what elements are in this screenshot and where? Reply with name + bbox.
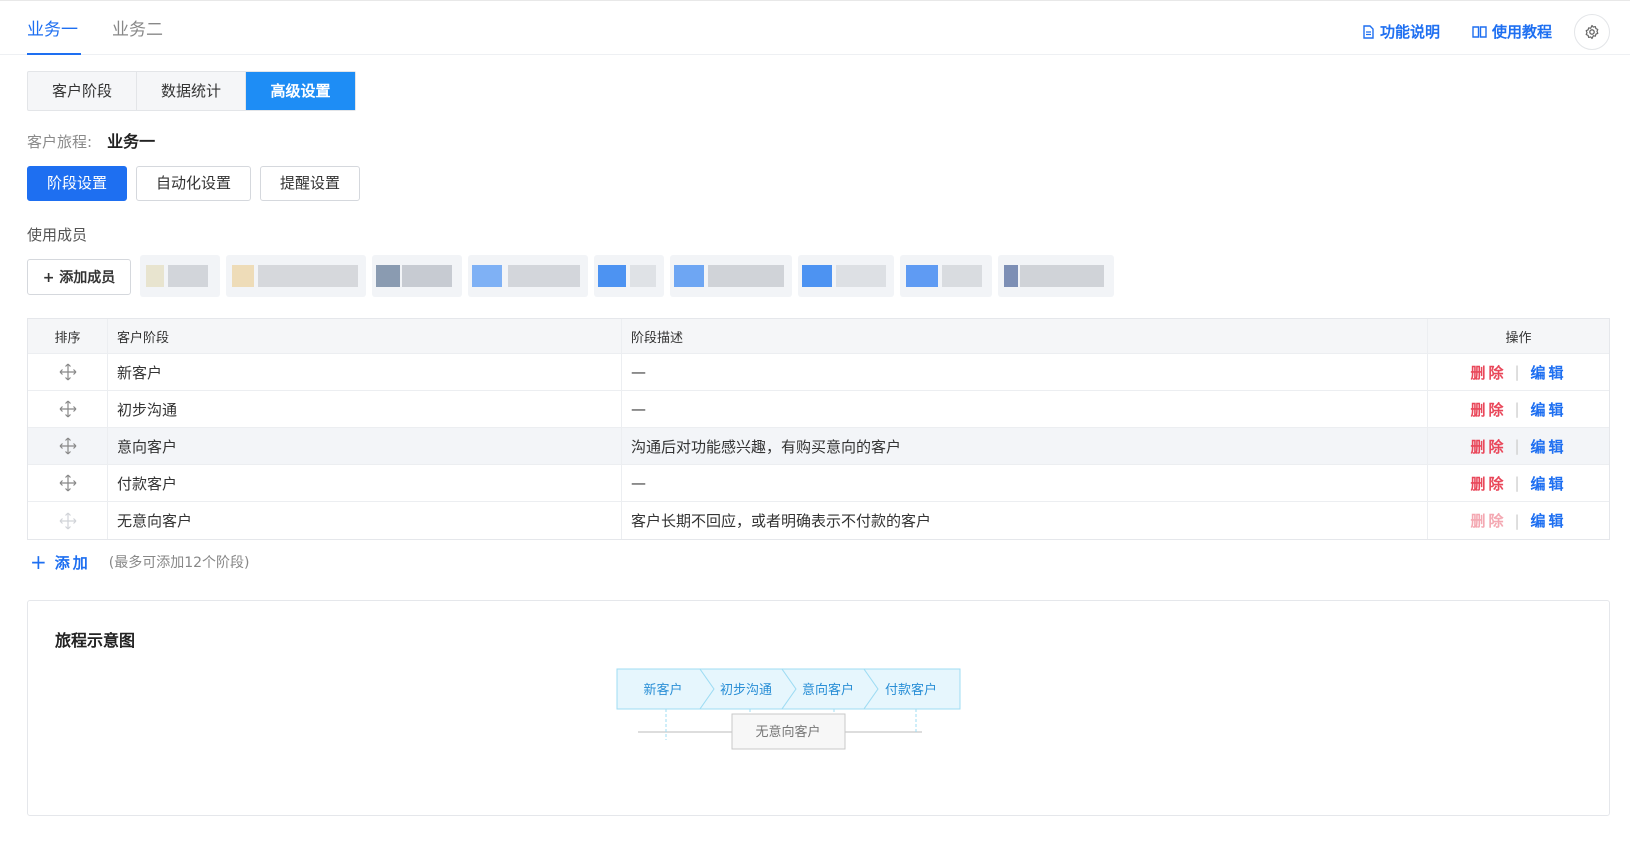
tab-business-two[interactable]: 业务二 [112,15,163,55]
help-link-label: 功能说明 [1380,23,1441,41]
member-list [140,255,1114,297]
tutorial-link-label: 使用教程 [1492,23,1553,41]
delete-button[interactable]: 删除 [1470,399,1506,420]
stage-description: — [622,354,1428,390]
table-row: 付款客户 — 删除 | 编辑 [28,465,1609,502]
row-actions: 删除 | 编辑 [1428,391,1609,427]
flow-stage-label: 初步沟通 [720,683,772,698]
subtab-reminder-settings[interactable]: 提醒设置 [260,166,361,201]
top-tab-bar: 业务一 业务二 功能说明 使用教程 [0,0,1630,55]
delete-button[interactable]: 删除 [1470,473,1506,494]
action-separator: | [1514,511,1523,530]
header-stage: 客户阶段 [108,319,622,353]
stage-table: 排序 客户阶段 阶段描述 操作 新客户 — 删除 | 编辑 初步沟通 — 删除 | 编辑… [27,318,1610,540]
drag-handle[interactable] [28,465,108,501]
member-chip[interactable] [468,255,588,297]
member-chip[interactable] [998,255,1114,297]
drag-handle[interactable] [28,391,108,427]
tutorial-link[interactable]: 使用教程 [1472,21,1552,42]
journey-diagram: 新客户 初步沟通 意向客户 付款客户 无意向客户 [616,668,961,750]
member-chip[interactable] [140,255,220,297]
add-stage-label: 添加 [54,553,91,572]
view-segment: 客户阶段 数据统计 高级设置 [27,71,356,111]
stage-name: 初步沟通 [108,391,622,427]
stage-name: 付款客户 [108,465,622,501]
move-icon [59,474,76,492]
delete-button[interactable]: 删除 [1470,436,1506,457]
stage-name: 无意向客户 [108,502,622,539]
member-chip[interactable] [372,255,462,297]
action-separator: | [1514,400,1523,418]
stage-description: 沟通后对功能感兴趣，有购买意向的客户 [622,428,1428,464]
help-link[interactable]: 功能说明 [1362,21,1440,42]
members-label: 使用成员 [27,226,88,244]
stage-description: — [622,391,1428,427]
plus-icon: + [30,550,47,574]
flow-stage-label: 付款客户 [885,682,937,698]
table-row: 无意向客户 客户长期不回应，或者明确表示不付款的客户 删除 | 编辑 [28,502,1609,539]
flow-stage-label: 新客户 [643,682,682,698]
edit-button[interactable]: 编辑 [1531,436,1567,457]
row-actions: 删除 | 编辑 [1428,465,1609,501]
add-stage-hint: (最多可添加12个阶段) [108,555,250,571]
journey-info: 客户旅程: 业务一 [27,128,155,152]
header-actions: 操作 [1505,330,1532,346]
move-icon [59,400,76,418]
flow-exit-label: 无意向客户 [755,724,820,740]
action-separator: | [1514,437,1523,455]
table-row: 新客户 — 删除 | 编辑 [28,354,1609,391]
flow-stage-label: 意向客户 [802,682,854,698]
segment-data-stats[interactable]: 数据统计 [137,72,246,110]
stage-description: — [622,465,1428,501]
table-row: 初步沟通 — 删除 | 编辑 [28,391,1609,428]
document-icon [1363,24,1374,39]
edit-button[interactable]: 编辑 [1531,510,1567,531]
row-actions: 删除 | 编辑 [1428,354,1609,390]
segment-customer-stage[interactable]: 客户阶段 [28,72,137,110]
journey-label: 客户旅程: [27,133,93,151]
drag-handle[interactable] [28,354,108,390]
table-row: 意向客户 沟通后对功能感兴趣，有购买意向的客户 删除 | 编辑 [28,428,1609,465]
stage-description: 客户长期不回应，或者明确表示不付款的客户 [622,502,1428,539]
subtab-stage-settings[interactable]: 阶段设置 [27,166,128,201]
stage-name: 新客户 [108,354,622,390]
move-icon [59,363,76,381]
journey-value: 业务一 [107,132,156,151]
subtab-automation-settings[interactable]: 自动化设置 [136,166,252,201]
drag-handle[interactable] [28,428,108,464]
header-description: 阶段描述 [622,319,1428,353]
move-icon [59,512,76,529]
member-chip[interactable] [670,255,792,297]
table-header: 排序 客户阶段 阶段描述 操作 [28,319,1609,354]
header-sort: 排序 [28,319,108,353]
drag-handle [28,502,108,539]
member-chip[interactable] [594,255,664,297]
settings-subtabs: 阶段设置 自动化设置 提醒设置 [27,166,361,201]
member-chip[interactable] [798,255,894,297]
row-actions: 删除 | 编辑 [1428,428,1609,464]
add-member-button[interactable]: + 添加成员 [27,259,131,295]
book-icon [1472,26,1487,38]
member-chip[interactable] [226,255,366,297]
row-actions: 删除 | 编辑 [1428,502,1609,539]
member-chip[interactable] [900,255,992,297]
action-separator: | [1514,363,1523,381]
settings-button[interactable] [1574,14,1610,50]
add-stage-button[interactable]: + 添加 (最多可添加12个阶段) [30,550,250,574]
segment-advanced-settings[interactable]: 高级设置 [246,72,355,110]
delete-button: 删除 [1470,512,1507,530]
edit-button[interactable]: 编辑 [1531,362,1567,383]
journey-diagram-card: 旅程示意图 新客户 初步沟通 意向客户 付款客户 无意向客户 [27,600,1610,816]
delete-button[interactable]: 删除 [1470,362,1506,383]
edit-button[interactable]: 编辑 [1531,399,1567,420]
action-separator: | [1514,474,1523,492]
edit-button[interactable]: 编辑 [1531,473,1567,494]
gear-icon [1585,24,1599,40]
tab-business-one[interactable]: 业务一 [27,15,81,55]
stage-name: 意向客户 [108,428,622,464]
move-icon [59,437,76,455]
